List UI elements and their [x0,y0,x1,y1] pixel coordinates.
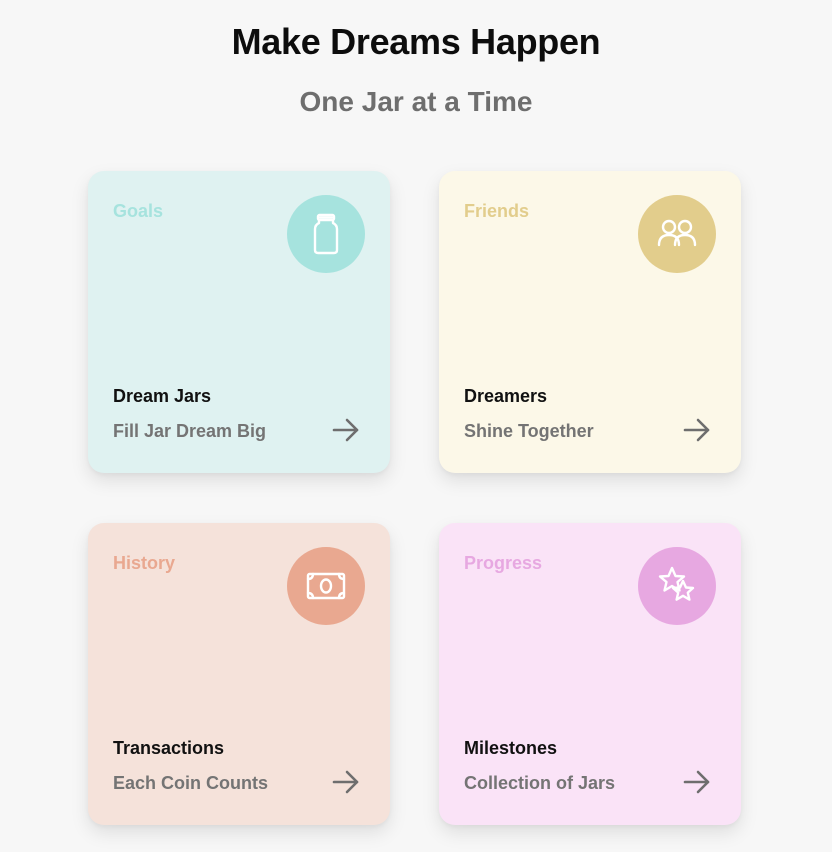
card-heading: Dreamers [464,386,548,406]
card-tag: History [113,553,176,573]
arrow-right-icon[interactable] [682,417,712,443]
icon-badge [287,195,365,273]
card-tag: Goals [113,201,164,221]
card-tag: Friends [464,201,530,221]
icon-badge [638,547,716,625]
card-transactions[interactable]: History Transactions Each Coin Counts [88,523,390,825]
card-tag: Progress [464,553,543,573]
arrow-right-icon[interactable] [682,769,712,795]
card-dream-jars[interactable]: Goals Dream Jars Fill Jar Dream Big [88,171,390,473]
card-subtext: Shine Together [464,421,594,441]
card-dreamers[interactable]: Friends Dreamers Shine Together [439,171,741,473]
icon-badge [287,547,365,625]
arrow-right-icon[interactable] [331,417,361,443]
money-icon [306,572,346,600]
card-subtext: Collection of Jars [464,773,616,793]
page-subtitle: One Jar at a Time [299,86,533,117]
stars-icon [658,566,695,601]
card-heading: Milestones [464,738,558,758]
page-title: Make Dreams Happen [231,21,601,62]
card-heading: Transactions [113,738,225,758]
card-subtext: Fill Jar Dream Big [113,421,267,441]
arrow-right-icon[interactable] [331,769,361,795]
icon-badge [638,195,716,273]
card-subtext: Each Coin Counts [113,773,269,793]
card-heading: Dream Jars [113,386,212,406]
people-icon [657,219,697,247]
jar-icon [313,213,339,255]
card-milestones[interactable]: Progress Milestones Collection of Jars [439,523,741,825]
